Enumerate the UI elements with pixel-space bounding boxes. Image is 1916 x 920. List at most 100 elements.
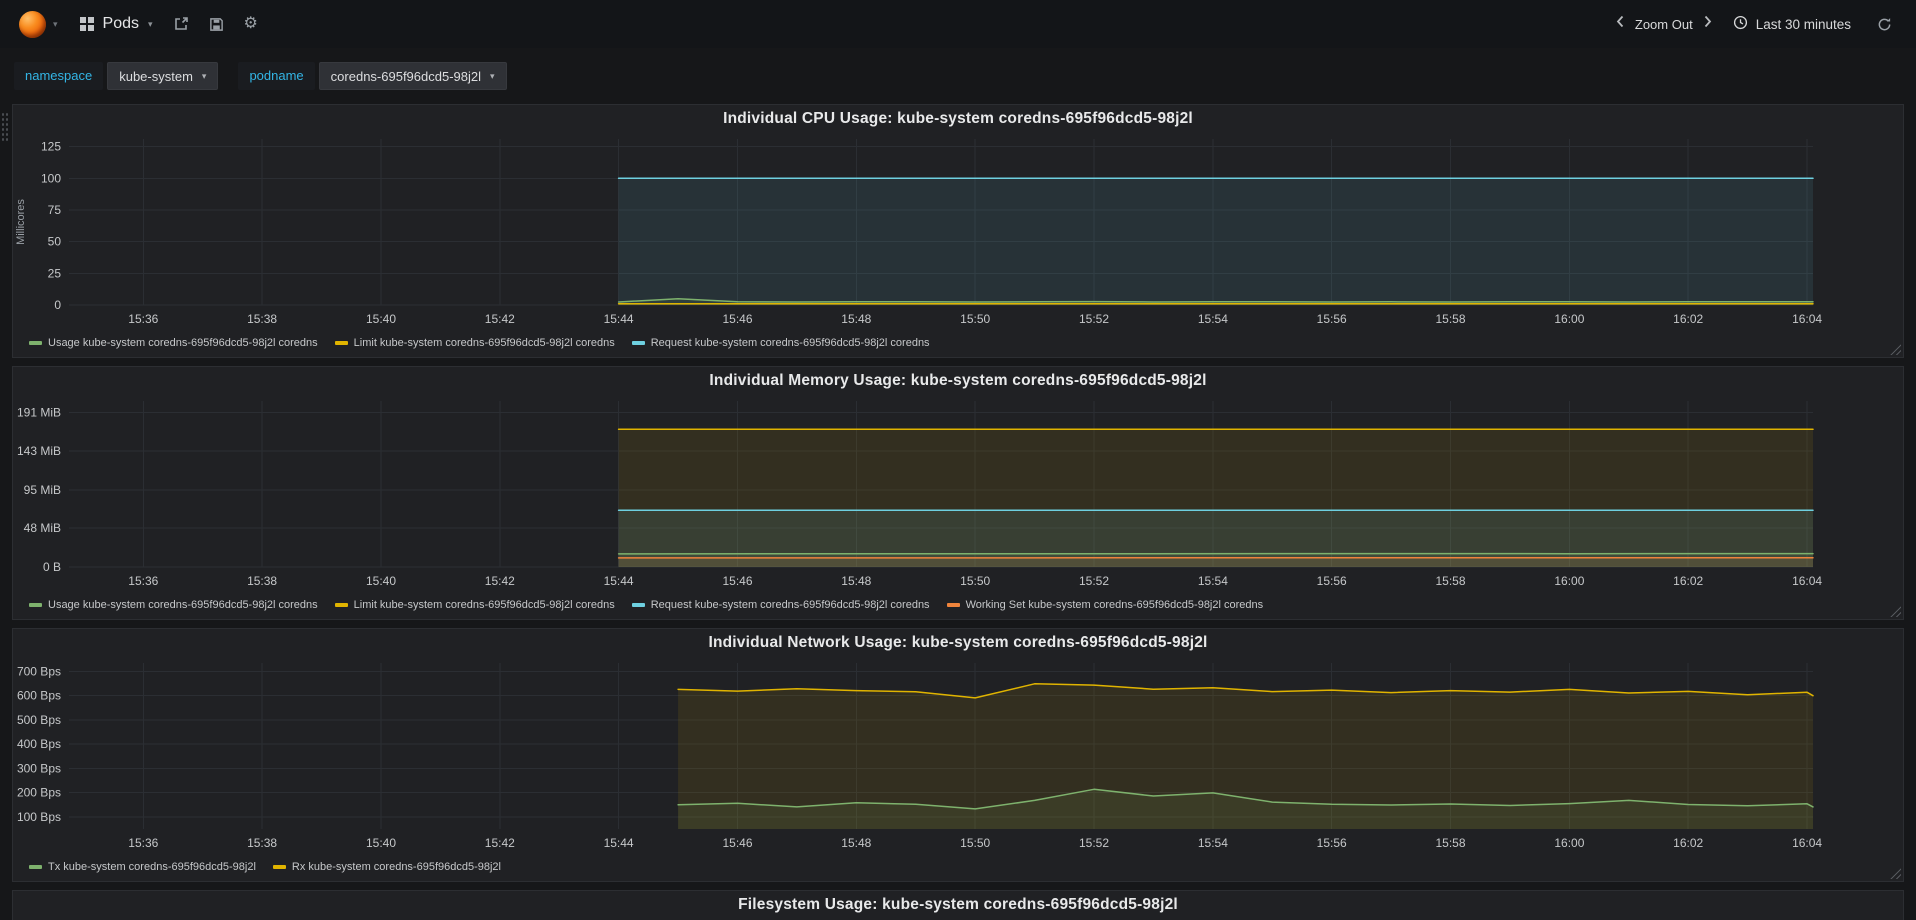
svg-text:Millicores: Millicores	[15, 199, 27, 245]
panel-header: Individual Network Usage: kube-system co…	[13, 629, 1903, 657]
svg-text:95 MiB: 95 MiB	[24, 483, 61, 497]
legend-item[interactable]: Limit kube-system coredns-695f96dcd5-98j…	[334, 599, 615, 611]
legend-item[interactable]: Rx kube-system coredns-695f96dcd5-98j2l	[272, 861, 501, 873]
variable-value-namespace[interactable]: kube-system ▾	[107, 62, 219, 90]
variable-value-text: kube-system	[119, 68, 193, 84]
legend-item[interactable]: Request kube-system coredns-695f96dcd5-9…	[631, 599, 930, 611]
svg-text:15:46: 15:46	[722, 836, 752, 850]
svg-text:16:02: 16:02	[1673, 312, 1703, 326]
svg-text:15:58: 15:58	[1435, 836, 1465, 850]
svg-text:15:46: 15:46	[722, 574, 752, 588]
refresh-button[interactable]	[1877, 17, 1892, 32]
grafana-logo-icon	[18, 10, 46, 38]
svg-text:15:36: 15:36	[128, 836, 158, 850]
svg-text:16:04: 16:04	[1792, 312, 1822, 326]
panel-cpu-usage: Individual CPU Usage: kube-system coredn…	[12, 104, 1904, 358]
svg-text:48 MiB: 48 MiB	[24, 521, 61, 535]
svg-text:75: 75	[48, 203, 62, 217]
legend-series-swatch	[631, 341, 645, 345]
svg-text:125: 125	[41, 140, 61, 154]
svg-text:0: 0	[54, 298, 61, 312]
legend-item[interactable]: Working Set kube-system coredns-695f96dc…	[946, 599, 1264, 611]
svg-text:15:40: 15:40	[366, 836, 396, 850]
zoom-out-button[interactable]: Zoom Out	[1635, 17, 1693, 32]
svg-text:700 Bps: 700 Bps	[17, 665, 61, 679]
svg-text:15:58: 15:58	[1435, 574, 1465, 588]
svg-text:16:00: 16:00	[1554, 574, 1584, 588]
svg-text:100: 100	[41, 171, 61, 185]
svg-text:25: 25	[48, 266, 62, 280]
panel-title-filesystem[interactable]: Filesystem Usage: kube-system coredns-69…	[738, 896, 1178, 914]
save-button[interactable]	[209, 17, 224, 32]
svg-text:15:42: 15:42	[485, 312, 515, 326]
svg-text:15:50: 15:50	[960, 574, 990, 588]
row-drag-handle[interactable]	[1, 112, 8, 142]
svg-text:15:38: 15:38	[247, 836, 277, 850]
memory-legend: Usage kube-system coredns-695f96dcd5-98j…	[13, 593, 1903, 617]
dashboard-grid-icon	[79, 17, 94, 31]
share-icon	[173, 16, 189, 32]
svg-text:15:56: 15:56	[1317, 312, 1347, 326]
navbar-right: Zoom Out Last 30 minutes	[1611, 15, 1902, 33]
legend-series-swatch	[29, 603, 42, 607]
legend-item[interactable]: Tx kube-system coredns-695f96dcd5-98j2l	[29, 861, 256, 873]
variables-row: namespace kube-system ▾ podname coredns-…	[0, 48, 1916, 100]
legend-item[interactable]: Request kube-system coredns-695f96dcd5-9…	[631, 337, 930, 349]
svg-text:15:48: 15:48	[841, 836, 871, 850]
legend-series-label: Request kube-system coredns-695f96dcd5-9…	[650, 599, 930, 611]
network-legend: Tx kube-system coredns-695f96dcd5-98j2l R…	[13, 855, 1903, 879]
dashboard-picker[interactable]: Pods ▾	[70, 0, 163, 48]
org-menu-caret-icon[interactable]: ▾	[53, 19, 58, 30]
dashboard-title: Pods	[102, 15, 139, 32]
svg-text:15:54: 15:54	[1198, 836, 1228, 850]
chevron-left-icon	[1616, 15, 1624, 33]
legend-series-swatch	[631, 603, 645, 607]
chevron-right-icon	[1704, 15, 1712, 33]
svg-text:15:54: 15:54	[1198, 312, 1228, 326]
legend-item[interactable]: Limit kube-system coredns-695f96dcd5-98j…	[334, 337, 615, 349]
svg-text:600 Bps: 600 Bps	[17, 689, 61, 703]
legend-series-label: Rx kube-system coredns-695f96dcd5-98j2l	[291, 861, 501, 873]
svg-text:15:38: 15:38	[247, 574, 277, 588]
legend-series-label: Tx kube-system coredns-695f96dcd5-98j2l	[48, 861, 256, 873]
panel-title-memory[interactable]: Individual Memory Usage: kube-system cor…	[709, 372, 1206, 390]
svg-text:200 Bps: 200 Bps	[17, 786, 61, 800]
legend-series-swatch	[29, 865, 42, 869]
panel-title-network[interactable]: Individual Network Usage: kube-system co…	[708, 634, 1207, 652]
chevron-down-icon: ▾	[148, 18, 153, 29]
time-shift-forward-button[interactable]	[1699, 15, 1717, 33]
time-range-picker[interactable]: Last 30 minutes	[1733, 15, 1851, 33]
memory-usage-chart[interactable]: 0 B 48 MiB 95 MiB 143 MiB 191 MiB 15:36 15:38 1…	[13, 395, 1901, 593]
svg-text:16:02: 16:02	[1673, 836, 1703, 850]
svg-text:15:48: 15:48	[841, 574, 871, 588]
chevron-down-icon: ▾	[201, 70, 207, 81]
svg-text:15:52: 15:52	[1079, 574, 1109, 588]
network-usage-chart[interactable]: 100 Bps 200 Bps 300 Bps 400 Bps 500 Bps 600 B…	[13, 657, 1901, 855]
svg-text:15:56: 15:56	[1317, 574, 1347, 588]
legend-series-label: Working Set kube-system coredns-695f96dc…	[965, 599, 1264, 611]
panel-header: Individual CPU Usage: kube-system coredn…	[13, 105, 1903, 133]
cpu-usage-chart[interactable]: 0 25 50 75 100 125 15:36 15:38 15:40 15:42 15:44 15…	[13, 133, 1901, 331]
cpu-legend: Usage kube-system coredns-695f96dcd5-98j…	[13, 331, 1903, 355]
share-button[interactable]	[173, 16, 189, 32]
legend-series-label: Limit kube-system coredns-695f96dcd5-98j…	[353, 337, 615, 349]
panel-header: Filesystem Usage: kube-system coredns-69…	[13, 891, 1903, 919]
save-icon	[209, 17, 224, 32]
panel-memory-usage: Individual Memory Usage: kube-system cor…	[12, 366, 1904, 620]
legend-item[interactable]: Usage kube-system coredns-695f96dcd5-98j…	[29, 337, 318, 349]
legend-item[interactable]: Usage kube-system coredns-695f96dcd5-98j…	[29, 599, 318, 611]
time-range-label: Last 30 minutes	[1755, 16, 1851, 32]
settings-button[interactable]: ⚙	[244, 16, 258, 32]
svg-text:15:50: 15:50	[960, 312, 990, 326]
svg-text:15:44: 15:44	[604, 312, 634, 326]
navbar-left: ▾ Pods ▾ ⚙	[14, 0, 268, 48]
svg-text:15:46: 15:46	[722, 312, 752, 326]
legend-series-swatch	[29, 341, 42, 345]
svg-text:15:54: 15:54	[1198, 574, 1228, 588]
variable-value-podname[interactable]: coredns-695f96dcd5-98j2l ▾	[318, 62, 507, 90]
time-shift-back-button[interactable]	[1611, 15, 1629, 33]
legend-series-label: Request kube-system coredns-695f96dcd5-9…	[650, 337, 930, 349]
svg-text:191 MiB: 191 MiB	[17, 405, 61, 419]
panel-title-cpu[interactable]: Individual CPU Usage: kube-system coredn…	[723, 110, 1193, 128]
grafana-logo-button[interactable]	[14, 6, 50, 42]
